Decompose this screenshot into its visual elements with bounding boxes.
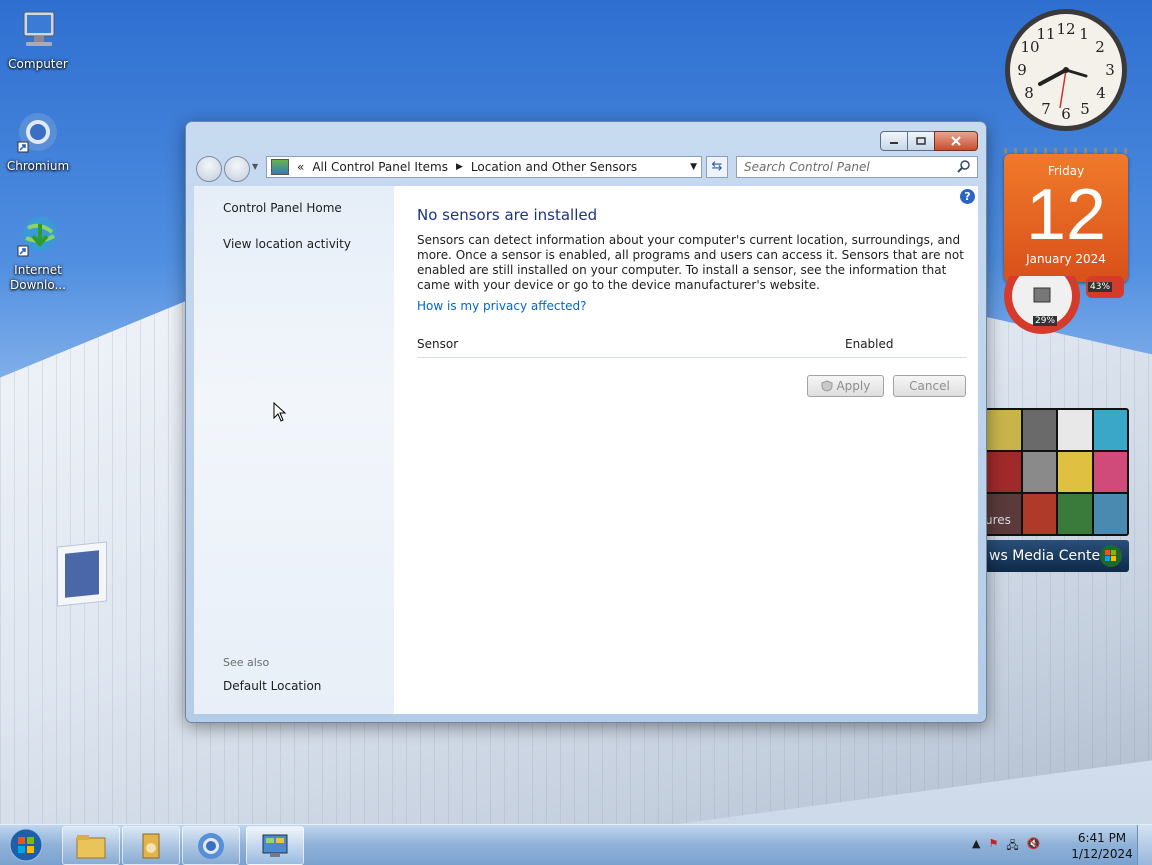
svg-text:9: 9: [1017, 61, 1027, 79]
volume-muted-icon[interactable]: 🔇: [1027, 837, 1041, 856]
control-panel-window[interactable]: ▼ « All Control Panel Items ▶ Location a…: [186, 122, 986, 722]
calendar-month-year: January 2024: [1026, 252, 1106, 266]
cpu-usage-label: 29%: [1033, 316, 1058, 326]
control-panel-icon: [262, 834, 288, 857]
minimize-icon: [890, 142, 898, 144]
address-bar[interactable]: « All Control Panel Items ▶ Location and…: [266, 156, 702, 178]
cancel-button[interactable]: Cancel: [893, 375, 966, 397]
computer-icon: [23, 11, 55, 46]
window-content: Control Panel Home View location activit…: [194, 186, 978, 714]
address-dropdown-icon[interactable]: ▼: [690, 157, 697, 177]
cancel-button-label: Cancel: [909, 379, 950, 393]
wallpaper-window: [58, 542, 106, 606]
sensor-list-header: Sensor Enabled: [417, 329, 967, 358]
calendar-day-number: 12: [1025, 175, 1107, 255]
chromium-icon: [17, 113, 57, 153]
breadcrumb-separator-icon[interactable]: ▶: [456, 162, 463, 172]
desktop-icon-chromium[interactable]: Chromium: [0, 110, 76, 173]
sidebar: Control Panel Home View location activit…: [194, 186, 394, 714]
desktop-icon-label: Computer: [8, 57, 68, 71]
sidebar-link-default-location[interactable]: Default Location: [223, 679, 321, 693]
close-icon: [951, 136, 961, 146]
apply-button-label: Apply: [836, 379, 871, 393]
cpu-meter-gadget[interactable]: 29% 43%: [1002, 258, 1128, 336]
svg-text:1: 1: [1079, 25, 1089, 43]
forward-button[interactable]: [224, 156, 250, 182]
breadcrumb-overflow[interactable]: «: [297, 160, 304, 174]
media-center-gadget[interactable]: ures ws Media Center: [985, 408, 1129, 572]
maximize-button[interactable]: [907, 131, 935, 151]
navigation-bar: ▼ « All Control Panel Items ▶ Location a…: [194, 156, 978, 182]
refresh-icon: ⇆: [711, 159, 723, 174]
help-icon[interactable]: ?: [960, 189, 975, 204]
clock-gadget[interactable]: 1223 456 789 1011 1: [1002, 6, 1130, 134]
memory-usage-label: 43%: [1088, 282, 1113, 292]
svg-text:4: 4: [1096, 84, 1106, 102]
minimize-button[interactable]: [880, 131, 908, 151]
globe-download-icon: [17, 217, 57, 257]
apply-button[interactable]: Apply: [807, 375, 884, 397]
taskbar: ▲ ⚑ 🖧 🔇 6:41 PM 1/12/2024: [0, 824, 1152, 865]
desktop-icon-computer[interactable]: Computer: [0, 8, 76, 71]
refresh-button[interactable]: ⇆: [706, 156, 728, 178]
column-header-enabled[interactable]: Enabled: [845, 337, 894, 351]
svg-text:7: 7: [1041, 100, 1051, 118]
search-placeholder: Search Control Panel: [744, 160, 870, 174]
media-center-tile-label: ures: [985, 513, 1011, 527]
close-button[interactable]: [934, 131, 978, 151]
network-icon[interactable]: 🖧: [1006, 837, 1018, 856]
desktop-icon-label: Chromium: [6, 159, 70, 173]
show-hidden-icons-icon[interactable]: ▲: [972, 837, 980, 856]
control-panel-icon: [271, 159, 289, 175]
media-center-label: ws Media Center: [989, 548, 1106, 564]
search-icon[interactable]: [957, 159, 971, 173]
shield-icon: [821, 380, 833, 392]
taskbar-clock[interactable]: 6:41 PM 1/12/2024: [1070, 830, 1134, 862]
svg-text:6: 6: [1061, 105, 1071, 123]
description-text: Sensors can detect information about you…: [417, 233, 964, 292]
show-desktop-button[interactable]: [1137, 825, 1152, 865]
notification-area: ▲ ⚑ 🖧 🔇: [972, 837, 1040, 856]
folder-icon: [76, 834, 106, 858]
search-input[interactable]: Search Control Panel: [736, 156, 978, 178]
taskbar-control-panel-button[interactable]: [246, 826, 304, 865]
see-also-header: See also: [223, 656, 270, 669]
chromium-icon: [198, 832, 224, 859]
svg-text:2: 2: [1095, 38, 1105, 56]
privacy-link[interactable]: How is my privacy affected?: [417, 299, 587, 313]
svg-text:8: 8: [1024, 84, 1034, 102]
start-button[interactable]: [4, 827, 48, 863]
breadcrumb-all-items[interactable]: All Control Panel Items: [312, 160, 448, 174]
window-caption-buttons: [880, 131, 978, 151]
windows-orb-icon: [1100, 545, 1122, 567]
desktop-icon-internet-download[interactable]: Internet Downlo...: [0, 214, 76, 293]
svg-text:12: 12: [1056, 20, 1075, 38]
taskbar-explorer-button[interactable]: [62, 826, 120, 865]
maximize-icon: [916, 137, 926, 145]
sidebar-link-control-panel-home[interactable]: Control Panel Home: [223, 201, 342, 215]
recent-pages-dropdown-icon[interactable]: ▼: [252, 162, 258, 171]
desktop-icon-label: Internet Downlo...: [10, 263, 66, 292]
mouse-cursor-icon: [273, 402, 287, 422]
back-button[interactable]: [196, 156, 222, 182]
svg-text:3: 3: [1105, 61, 1115, 79]
taskbar-chromium-button[interactable]: [182, 826, 240, 865]
taskbar-media-button[interactable]: [122, 826, 180, 865]
taskbar-date: 1/12/2024: [1071, 847, 1133, 861]
sidebar-link-view-location-activity[interactable]: View location activity: [223, 237, 351, 251]
taskbar-time: 6:41 PM: [1077, 831, 1127, 845]
breadcrumb-location-sensors[interactable]: Location and Other Sensors: [471, 160, 637, 174]
column-header-sensor[interactable]: Sensor: [417, 337, 458, 351]
action-center-flag-icon[interactable]: ⚑: [988, 837, 998, 856]
page-title: No sensors are installed: [417, 206, 598, 224]
calendar-gadget[interactable]: Friday 12 January 2024: [1004, 148, 1128, 282]
media-library-icon: [142, 833, 160, 858]
svg-text:5: 5: [1080, 100, 1090, 118]
svg-text:11: 11: [1036, 25, 1055, 43]
